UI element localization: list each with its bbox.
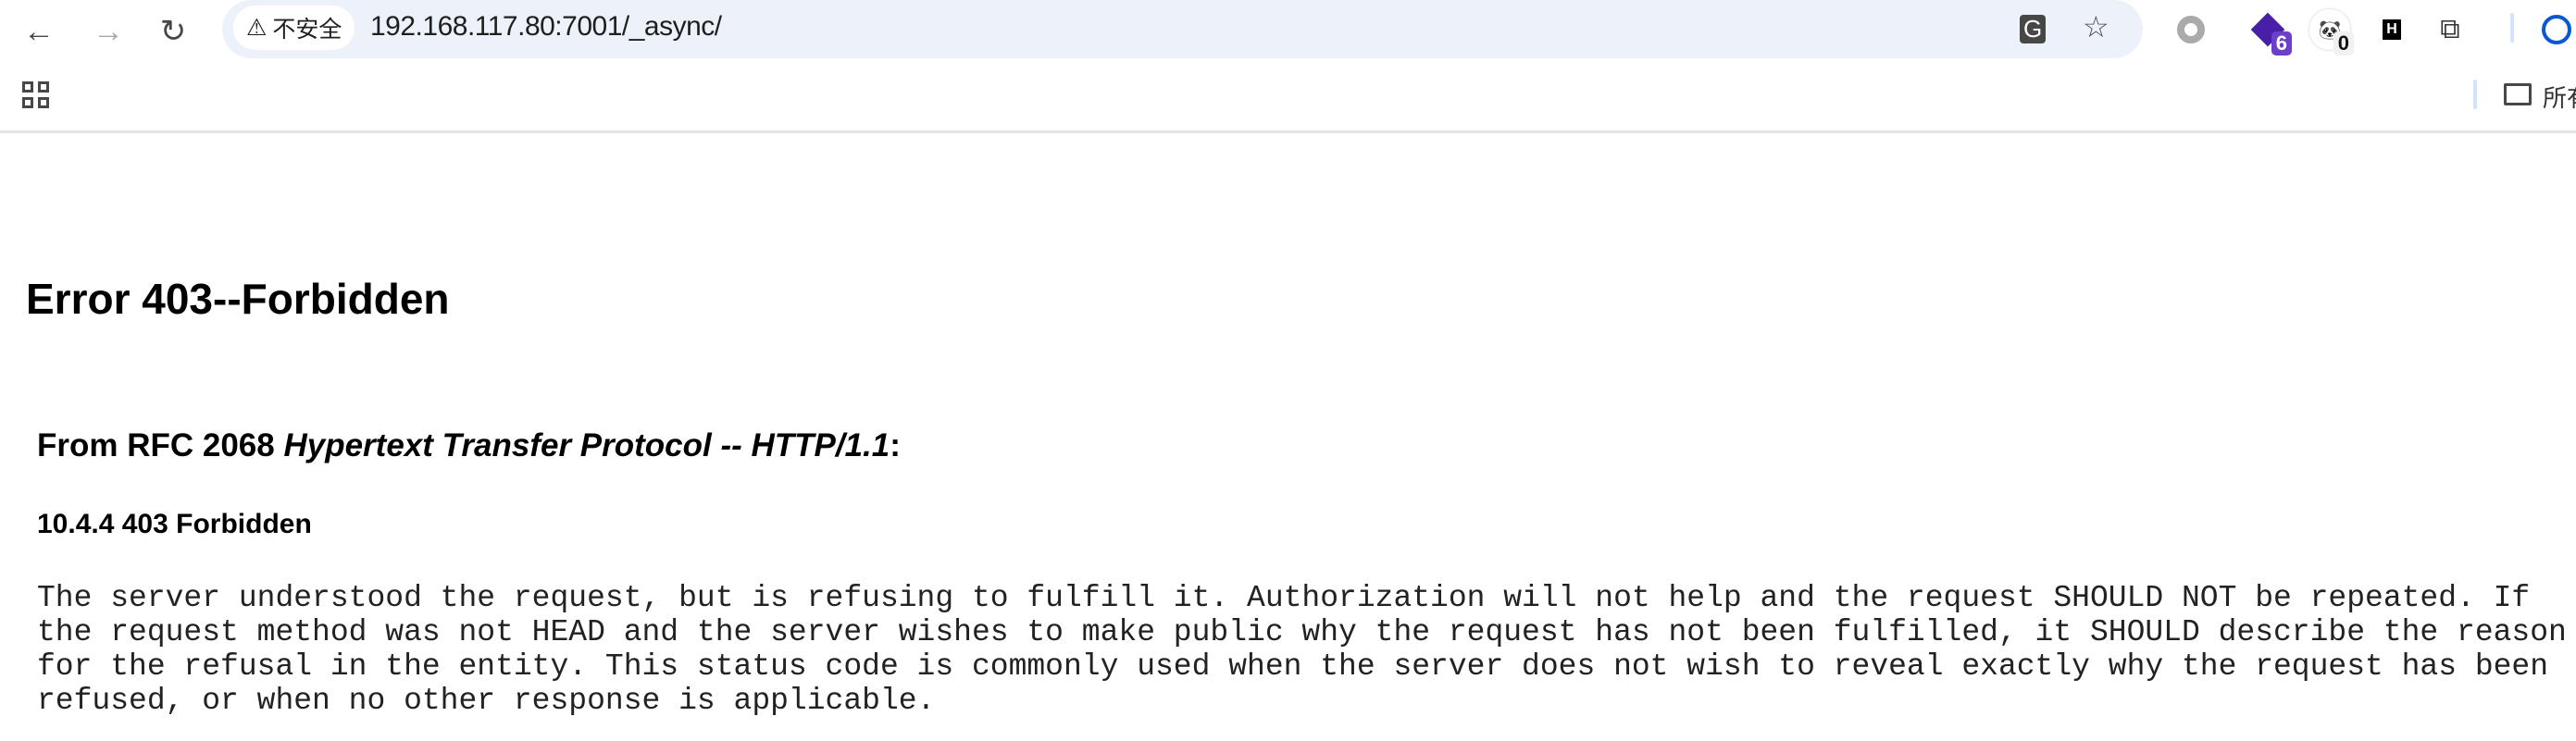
circle-extension-icon[interactable] bbox=[2171, 9, 2211, 50]
all-bookmarks-folder[interactable]: 所有书签 bbox=[2504, 80, 2576, 114]
apps-grid-icon[interactable] bbox=[22, 81, 49, 108]
address-bar[interactable]: ⚠ 不安全 192.168.117.80:7001/_async/ G ☆ bbox=[222, 0, 2143, 58]
panda-extension-icon[interactable]: 🐼 0 bbox=[2309, 9, 2354, 56]
warning-icon: ⚠ bbox=[246, 15, 268, 41]
rfc-prefix: From RFC 2068 bbox=[37, 427, 284, 463]
back-button[interactable]: ← bbox=[19, 11, 59, 52]
bookmarks-bar: 所有书签 bbox=[0, 67, 2576, 133]
folder-icon bbox=[2504, 83, 2532, 105]
folder-label: 所有书签 bbox=[2543, 84, 2576, 112]
translate-icon[interactable]: G bbox=[2020, 15, 2047, 43]
profile-icon[interactable] bbox=[2536, 9, 2576, 50]
page-title: Error 403--Forbidden bbox=[26, 275, 450, 323]
reload-button[interactable]: ↻ bbox=[153, 11, 193, 52]
rfc-title: Hypertext Transfer Protocol -- HTTP/1.1 bbox=[283, 427, 890, 463]
extension-badge: 0 bbox=[2333, 31, 2354, 56]
security-chip[interactable]: ⚠ 不安全 bbox=[233, 6, 355, 50]
toolbar-divider bbox=[2510, 13, 2514, 43]
section-heading: 10.4.4 403 Forbidden bbox=[37, 509, 312, 539]
bookmarks-divider bbox=[2473, 80, 2477, 109]
rfc-suffix: : bbox=[890, 427, 901, 463]
forward-button[interactable]: → bbox=[88, 11, 129, 52]
security-label: 不安全 bbox=[272, 17, 342, 43]
stack-extension-icon[interactable]: 6 bbox=[2247, 9, 2292, 56]
extensions-puzzle-icon[interactable]: ⧉ bbox=[2430, 9, 2470, 50]
url-text[interactable]: 192.168.117.80:7001/_async/ bbox=[370, 11, 722, 43]
rfc-heading: From RFC 2068 Hypertext Transfer Protoco… bbox=[37, 427, 901, 464]
browser-toolbar: ← → ↻ ⚠ 不安全 192.168.117.80:7001/_async/ … bbox=[0, 0, 2576, 67]
bookmark-star-icon[interactable]: ☆ bbox=[2083, 9, 2109, 44]
error-description: The server understood the request, but i… bbox=[37, 581, 2567, 718]
extension-badge: 6 bbox=[2271, 31, 2292, 56]
h-extension-icon[interactable]: H bbox=[2371, 9, 2412, 50]
